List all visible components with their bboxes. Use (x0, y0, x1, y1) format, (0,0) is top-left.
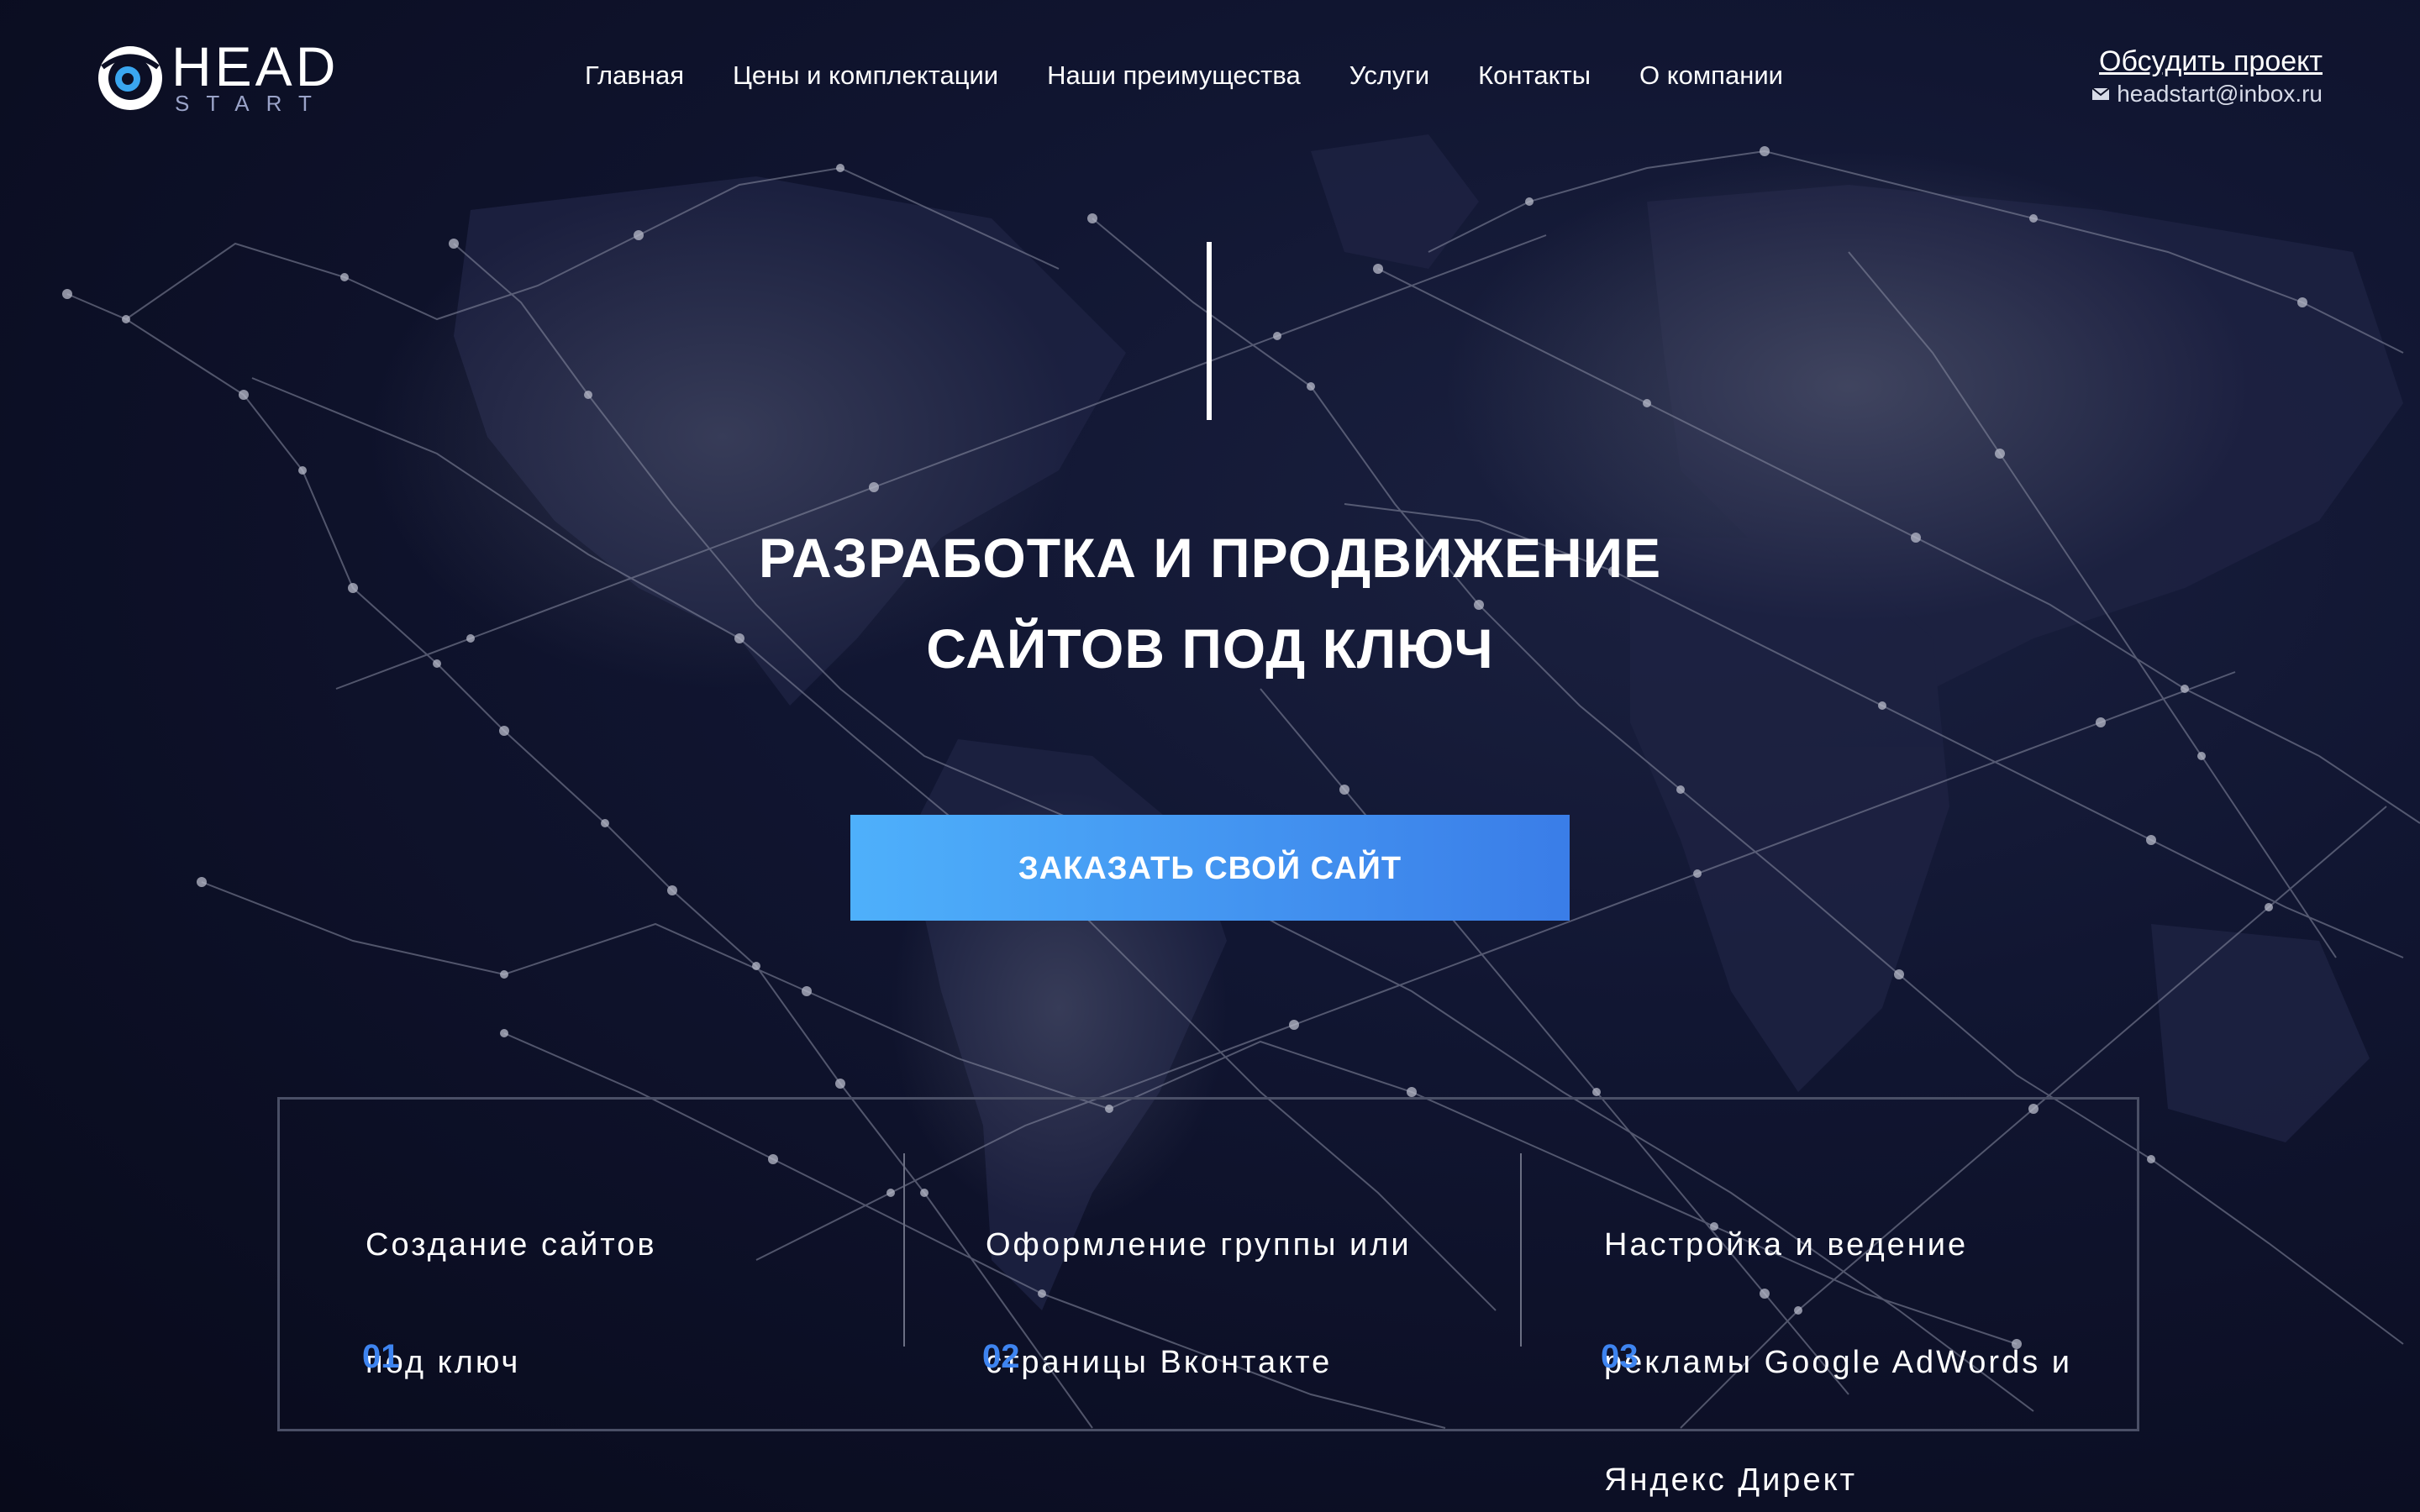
logo-eye-icon (98, 46, 162, 110)
email-row: headstart@inbox.ru (2091, 79, 2323, 109)
email-address[interactable]: headstart@inbox.ru (2117, 79, 2323, 109)
service-separator (903, 1153, 905, 1347)
hero-title: РАЗРАБОТКА И ПРОДВИЖЕНИЕ САЙТОВ ПОД КЛЮЧ (538, 512, 1882, 694)
logo[interactable]: HEAD START (94, 37, 335, 118)
site-header: HEAD START Главная Цены и комплектации Н… (0, 0, 2420, 151)
services-box: Создание сайтов под ключ 01 Оформление г… (277, 1097, 2139, 1498)
nav-item-home[interactable]: Главная (585, 59, 684, 92)
service-separator (1520, 1153, 1522, 1347)
service-text: Настройка и ведение рекламы Google AdWor… (1604, 1227, 2072, 1498)
service-text: Оформление группы или страницы Вконтакте (986, 1227, 1412, 1380)
landing-page: HEAD START Главная Цены и комплектации Н… (0, 0, 2420, 1512)
header-contact: Обсудить проект headstart@inbox.ru (2091, 44, 2323, 109)
service-text: Создание сайтов под ключ (366, 1227, 657, 1380)
hero-vertical-divider (1207, 242, 1212, 420)
hero-title-line-2: САЙТОВ ПОД КЛЮЧ (926, 617, 1494, 680)
service-item-2[interactable]: Оформление группы или страницы Вконтакте (986, 1157, 1540, 1409)
service-number-2: 02 (982, 1338, 1020, 1375)
service-item-1[interactable]: Создание сайтов под ключ (366, 1157, 886, 1409)
hero-title-line-1: РАЗРАБОТКА И ПРОДВИЖЕНИЕ (758, 527, 1662, 589)
nav-item-advantages[interactable]: Наши преимущества (1047, 59, 1301, 92)
service-item-3[interactable]: Настройка и ведение рекламы Google AdWor… (1604, 1157, 2125, 1498)
service-number-1: 01 (362, 1338, 400, 1375)
logo-word-sub: START (175, 91, 329, 116)
order-site-button[interactable]: ЗАКАЗАТЬ СВОЙ САЙТ (850, 815, 1570, 921)
nav-item-contacts[interactable]: Контакты (1478, 59, 1591, 92)
nav-item-services[interactable]: Услуги (1349, 59, 1429, 92)
envelope-icon (2091, 87, 2110, 100)
nav-item-prices[interactable]: Цены и комплектации (733, 59, 998, 92)
logo-word-main: HEAD (171, 35, 339, 97)
main-nav: Главная Цены и комплектации Наши преимущ… (585, 59, 1832, 92)
discuss-project-link[interactable]: Обсудить проект (2091, 44, 2323, 79)
service-number-3: 03 (1601, 1338, 1639, 1375)
nav-item-about[interactable]: О компании (1639, 59, 1783, 92)
